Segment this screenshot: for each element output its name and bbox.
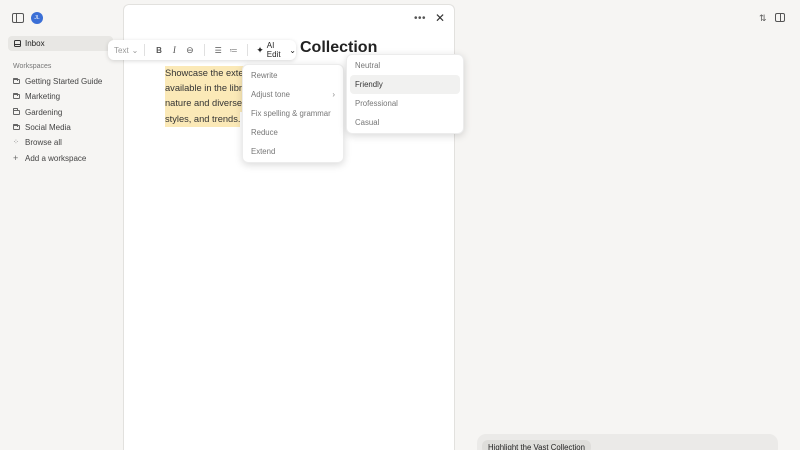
highlighted-text-line[interactable]: nature and diverse xyxy=(165,96,243,112)
sidebar-item-label: Browse all xyxy=(25,138,62,148)
sidebar-item-label: Social Media xyxy=(25,123,71,133)
sidebar-item-browse-all[interactable]: ⁘ Browse all xyxy=(13,135,102,150)
sidebar-toggle-icon[interactable] xyxy=(12,13,24,23)
menu-item-extend[interactable]: Extend xyxy=(243,142,343,161)
workspace-list: Getting Started Guide Marketing Gardenin… xyxy=(13,74,102,166)
panel-toggle-icon[interactable] xyxy=(775,13,785,22)
sort-icon[interactable]: ⇅ xyxy=(759,13,767,24)
menu-item-casual[interactable]: Casual xyxy=(350,113,460,132)
workspaces-heading: Workspaces xyxy=(13,63,52,70)
sidebar-item-inbox[interactable]: Inbox xyxy=(8,36,113,51)
highlighted-text-line[interactable]: available in the libra xyxy=(165,81,248,97)
italic-button[interactable]: I xyxy=(167,45,182,55)
menu-item-reduce[interactable]: Reduce xyxy=(243,123,343,142)
folder-icon xyxy=(13,92,20,100)
chevron-down-icon: ⌄ xyxy=(131,45,139,55)
close-icon[interactable]: ✕ xyxy=(435,11,445,25)
bullet-list-icon[interactable]: ☰ xyxy=(210,46,225,55)
text-style-label: Text xyxy=(114,45,129,55)
sidebar: JL Inbox Workspaces Getting Started Guid… xyxy=(0,0,118,450)
menu-item-fix-spelling[interactable]: Fix spelling & grammar xyxy=(243,104,343,123)
sidebar-item-gardening[interactable]: Gardening xyxy=(13,105,102,120)
more-options-icon[interactable]: ••• xyxy=(414,13,426,24)
folder-icon xyxy=(13,77,20,85)
sidebar-item-marketing[interactable]: Marketing xyxy=(13,89,102,104)
ai-edit-menu: Rewrite Adjust tone › Fix spelling & gra… xyxy=(242,64,344,163)
ai-edit-button[interactable]: ✦ AI Edit ⌄ xyxy=(256,41,296,59)
formatting-toolbar: Text ⌄ B I ⊖ ☰ ≔ ✦ AI Edit ⌄ xyxy=(108,40,296,60)
sidebar-item-label: Inbox xyxy=(25,39,45,48)
grid-icon: ⁘ xyxy=(13,139,19,147)
sidebar-item-label: Marketing xyxy=(25,92,61,102)
toolbar-divider xyxy=(247,44,249,56)
sidebar-item-label: Add a workspace xyxy=(25,153,87,163)
numbered-list-icon[interactable]: ≔ xyxy=(226,46,241,55)
inbox-icon xyxy=(14,40,21,47)
folder-icon xyxy=(13,108,20,115)
add-workspace-button[interactable]: + Add a workspace xyxy=(13,150,102,165)
bold-button[interactable]: B xyxy=(151,46,166,55)
menu-item-adjust-tone[interactable]: Adjust tone › xyxy=(243,85,343,104)
chevron-right-icon: › xyxy=(332,90,335,99)
menu-item-professional[interactable]: Professional xyxy=(350,94,460,113)
highlighted-text-line[interactable]: styles, and trends. xyxy=(165,111,241,127)
strikethrough-icon[interactable]: ⊖ xyxy=(182,45,197,56)
sidebar-item-getting-started[interactable]: Getting Started Guide xyxy=(13,74,102,89)
menu-item-friendly[interactable]: Friendly xyxy=(350,75,460,94)
sidebar-item-label: Getting Started Guide xyxy=(25,77,103,87)
toolbar-divider xyxy=(203,44,205,56)
ai-edit-label: AI Edit xyxy=(266,41,281,59)
text-style-dropdown[interactable]: Text ⌄ xyxy=(114,46,138,55)
highlighted-text-line[interactable]: Showcase the exte xyxy=(165,66,244,82)
menu-item-rewrite[interactable]: Rewrite xyxy=(243,66,343,85)
menu-item-neutral[interactable]: Neutral xyxy=(350,56,460,75)
chat-suggestion-chip[interactable]: Highlight the Vast Collection xyxy=(482,440,591,450)
plus-icon: + xyxy=(13,153,19,164)
toolbar-divider xyxy=(144,44,146,56)
sidebar-item-label: Gardening xyxy=(25,107,63,117)
sparkle-icon: ✦ xyxy=(256,44,264,55)
chevron-down-icon: ⌄ xyxy=(289,45,296,55)
folder-icon xyxy=(13,123,20,131)
menu-item-label: Adjust tone xyxy=(251,90,291,99)
sidebar-item-social-media[interactable]: Social Media xyxy=(13,120,102,135)
avatar[interactable]: JL xyxy=(31,12,43,24)
tone-submenu: Neutral Friendly Professional Casual xyxy=(346,54,464,134)
